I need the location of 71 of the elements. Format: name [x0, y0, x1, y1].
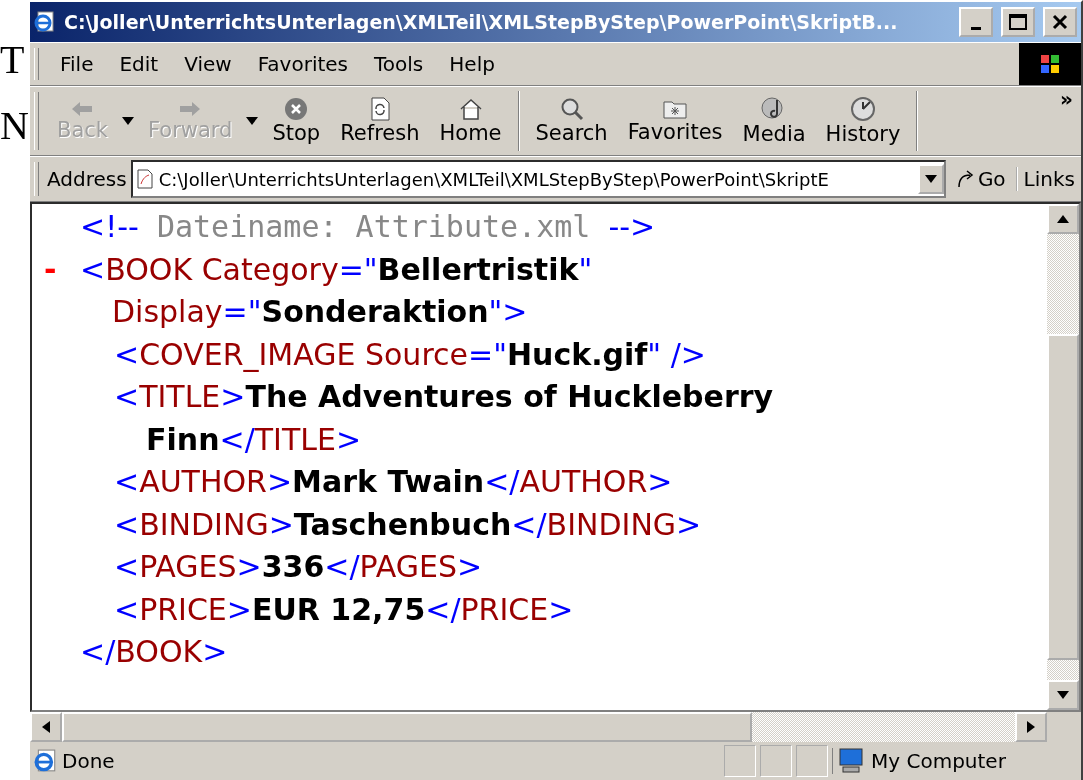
- window-title: C:\Joller\UnterrichtsUnterlagen\XMLTeil\XMLStepByStep\PowerPoint\SkriptB...: [64, 11, 899, 33]
- down-arrow-icon: [1057, 691, 1069, 699]
- maximize-button[interactable]: [1001, 7, 1035, 37]
- home-icon: [458, 97, 483, 121]
- scroll-down-button[interactable]: [1047, 680, 1079, 710]
- dropdown-caret-icon: [924, 175, 937, 183]
- xml-comment-line: <!-- Dateiname: Attribute.xml -->: [80, 208, 656, 246]
- status-pane: [796, 745, 828, 777]
- collapse-toggle[interactable]: -: [44, 251, 57, 287]
- vertical-scrollbar[interactable]: [1047, 204, 1079, 710]
- menu-item[interactable]: View: [171, 48, 245, 80]
- xml-line: <COVER_IMAGE Source="Huck.gif" />: [114, 335, 706, 374]
- stop-button[interactable]: Stop: [262, 95, 331, 147]
- refresh-icon: [369, 97, 390, 121]
- scroll-up-button[interactable]: [1047, 204, 1079, 234]
- favorites-button[interactable]: Favorites: [617, 96, 733, 146]
- menu-item[interactable]: Edit: [106, 48, 172, 80]
- computer-icon: [837, 748, 865, 774]
- address-dropdown-button[interactable]: [917, 164, 944, 194]
- windows-flag-icon: [1039, 53, 1061, 75]
- minimize-icon: [971, 27, 981, 30]
- background-text: N: [0, 104, 28, 148]
- right-arrow-icon: [1027, 721, 1035, 733]
- folder-star-icon: [662, 98, 689, 120]
- status-text: Done: [62, 749, 116, 773]
- links-button[interactable]: Links: [1015, 167, 1081, 191]
- toolbar-overflow-button[interactable]: »: [1052, 87, 1081, 111]
- xml-line: <BINDING>Taschenbuch</BINDING>: [114, 505, 702, 544]
- xml-line: </BOOK>: [80, 633, 228, 671]
- search-icon: [559, 97, 584, 121]
- scrollbar-thumb[interactable]: [1047, 334, 1079, 660]
- document-icon: [136, 169, 153, 189]
- stop-icon: [284, 97, 309, 121]
- xml-line: <TITLE>The Adventures of Huckleberry: [114, 378, 774, 416]
- close-button[interactable]: [1043, 7, 1077, 37]
- home-button[interactable]: Home: [429, 95, 512, 147]
- background-text: T: [0, 38, 26, 82]
- go-button[interactable]: Go: [945, 167, 1016, 191]
- browser-icon: [34, 749, 58, 773]
- horizontal-scrollbar[interactable]: [62, 712, 1015, 742]
- maximize-icon: [1009, 14, 1027, 30]
- status-pane: [760, 745, 792, 777]
- scroll-left-button[interactable]: [30, 712, 62, 742]
- back-arrow-icon: [70, 100, 95, 118]
- up-arrow-icon: [1057, 215, 1069, 223]
- xml-line: <PRICE>EUR 12,75</PRICE>: [114, 590, 574, 629]
- minimize-button[interactable]: [959, 7, 993, 37]
- menu-item[interactable]: Tools: [361, 48, 437, 80]
- menu-item[interactable]: File: [47, 48, 107, 80]
- scrollbar-thumb[interactable]: [62, 712, 753, 742]
- clock-icon: [849, 96, 876, 122]
- xml-line: <PAGES>336</PAGES>: [114, 548, 483, 586]
- address-field[interactable]: C:\Joller\UnterrichtsUnterlagen\XMLTeil\XMLStepByStep\PowerPoint\SkriptE: [130, 160, 946, 198]
- refresh-button[interactable]: Refresh: [330, 95, 430, 147]
- status-pane: [724, 745, 756, 777]
- xml-line: Finn</TITLE>: [146, 421, 362, 457]
- history-button[interactable]: History: [815, 94, 911, 148]
- menu-item[interactable]: Help: [436, 48, 508, 80]
- left-arrow-icon: [42, 721, 50, 733]
- media-button[interactable]: Media: [732, 94, 816, 148]
- close-icon: [1052, 14, 1068, 30]
- xml-line: Display="Sonderaktion">: [112, 294, 528, 329]
- scroll-right-button[interactable]: [1015, 712, 1047, 742]
- curved-arrow-icon: [955, 169, 976, 189]
- search-button[interactable]: Search: [525, 95, 618, 147]
- address-label: Address: [47, 167, 128, 191]
- xml-line: <AUTHOR>Mark Twain</AUTHOR>: [114, 463, 673, 501]
- xml-line: <BOOK Category="Bellertristik": [80, 250, 593, 289]
- zone-text: My Computer: [871, 749, 1006, 773]
- browser-icon: [34, 11, 56, 33]
- menu-item[interactable]: Favorites: [244, 48, 361, 80]
